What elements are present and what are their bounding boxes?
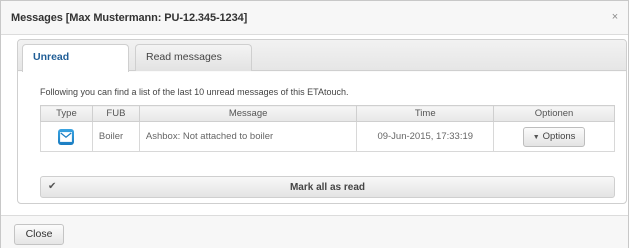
message-cell: Ashbox: Not attached to boiler: [138, 121, 358, 152]
column-header-options: Optionen: [493, 105, 615, 122]
table-row: Boiler Ashbox: Not attached to boiler 09…: [40, 121, 615, 152]
tab-read-messages[interactable]: Read messages: [135, 44, 252, 71]
options-button-label: Options: [542, 130, 576, 142]
messages-dialog: Messages [Max Mustermann: PU-12.345-1234…: [0, 0, 629, 248]
close-button[interactable]: Close: [14, 224, 64, 245]
mark-all-as-read-button[interactable]: ✔ Mark all as read: [40, 176, 615, 198]
table-header-row: Type FUB Message Time Optionen: [40, 105, 615, 122]
messages-table: Type FUB Message Time Optionen Boiler As…: [40, 105, 615, 152]
column-header-fub: FUB: [91, 105, 140, 122]
close-icon[interactable]: ×: [608, 10, 622, 24]
fub-cell: Boiler: [91, 121, 140, 152]
envelope-icon[interactable]: [58, 128, 75, 145]
mark-all-as-read-label: Mark all as read: [289, 182, 366, 193]
options-cell: ▼ Options: [493, 121, 615, 152]
tab-bar: Unread messages Read messages: [18, 40, 626, 88]
column-header-type: Type: [40, 105, 93, 122]
messages-panel: Unread messages Read messages Following …: [17, 39, 627, 204]
type-cell: [40, 121, 93, 152]
caret-down-icon: ▼: [532, 133, 540, 141]
options-button[interactable]: ▼ Options: [523, 126, 586, 147]
dialog-titlebar: Messages [Max Mustermann: PU-12.345-1234…: [1, 1, 628, 35]
intro-text: Following you can find a list of the las…: [40, 87, 349, 97]
tab-unread-messages[interactable]: Unread messages: [22, 44, 129, 88]
tab-content: Following you can find a list of the las…: [18, 72, 626, 203]
dialog-footer: Close: [1, 215, 628, 248]
time-cell: 09-Jun-2015, 17:33:19: [356, 121, 495, 152]
column-header-message: Message: [138, 105, 358, 122]
dialog-title: Messages [Max Mustermann: PU-12.345-1234…: [11, 12, 248, 24]
column-header-time: Time: [356, 105, 495, 122]
